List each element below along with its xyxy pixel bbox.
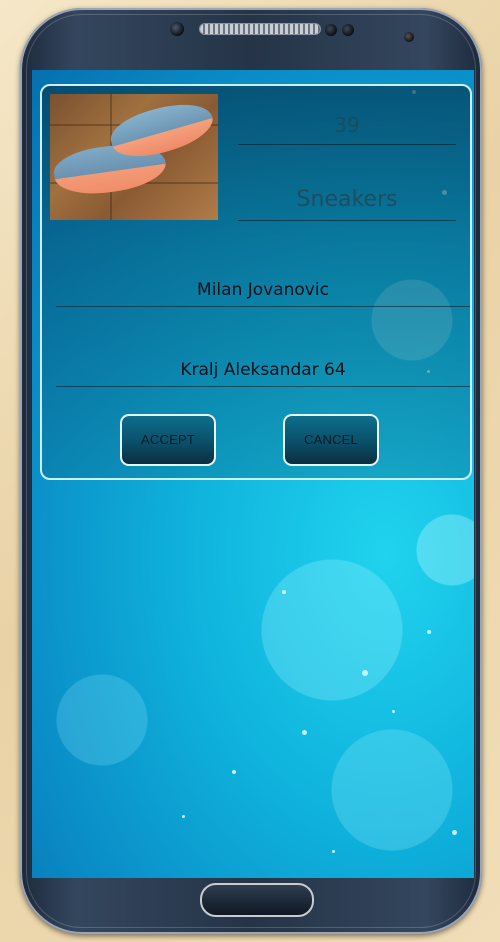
sparkle <box>182 815 185 818</box>
light-sensor <box>342 24 354 36</box>
customer-name-field[interactable]: Milan Jovanovic <box>56 274 470 307</box>
sparkle <box>452 830 457 835</box>
size-field[interactable]: 39 <box>238 106 456 145</box>
order-dialog: 39 Sneakers Milan Jovanovic Kralj Aleksa… <box>40 84 472 480</box>
front-camera <box>170 22 184 36</box>
item-type-field[interactable]: Sneakers <box>238 180 456 221</box>
sparkle <box>232 770 236 774</box>
home-button[interactable] <box>200 883 314 917</box>
screen: 39 Sneakers Milan Jovanovic Kralj Aleksa… <box>32 70 474 878</box>
sparkle <box>392 710 395 713</box>
earpiece-speaker <box>200 24 320 34</box>
accept-button[interactable]: ACCEPT <box>120 414 216 466</box>
address-field[interactable]: Kralj Aleksandar 64 <box>56 354 470 387</box>
sparkle <box>282 590 286 594</box>
sparkle <box>332 850 335 853</box>
sparkle <box>302 730 307 735</box>
sparkle <box>362 670 368 676</box>
sparkle <box>427 630 431 634</box>
product-photo <box>50 94 218 220</box>
proximity-sensor <box>325 24 337 36</box>
camera-lens <box>404 32 414 42</box>
cancel-button[interactable]: CANCEL <box>283 414 379 466</box>
